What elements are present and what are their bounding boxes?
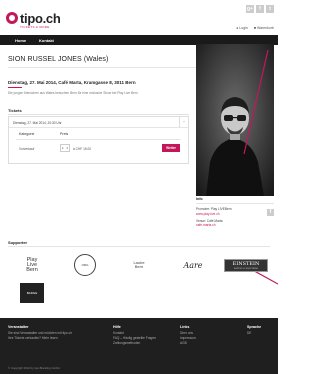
column-header-price: Preis — [60, 132, 69, 136]
cart-label: Warenkorb — [257, 26, 274, 30]
header: tipo.ch TICKETS & MORE g+ f t ● Login ■ Wa… — [0, 0, 278, 34]
brand-tagline: TICKETS & MORE — [20, 25, 50, 29]
cart-icon: ■ — [253, 26, 256, 30]
footer-col-links: Links Über uns Impressum AGB — [180, 325, 196, 346]
footer: Veranstalter Sie sind Veranstalter und m… — [0, 318, 278, 374]
footer-link[interactable]: Ihre Tickets verkaufen? Mehr lesen — [8, 336, 108, 341]
continue-button[interactable]: Weiter — [162, 144, 180, 152]
ticket-date-option[interactable]: Dienstag, 27. Mai 2014, 20:30 Uhr — [13, 121, 62, 125]
sponsor-logo[interactable]: Play Live Bern — [8, 252, 56, 278]
footer-col-organizer: Veranstalter Sie sind Veranstalter und m… — [8, 325, 108, 341]
sponsor-logo[interactable]: ORG — [61, 252, 109, 278]
divider — [9, 127, 188, 128]
divider — [16, 139, 181, 140]
copyright: © Copyright 2014 by tipo Branding GmbH — [8, 366, 60, 370]
footer-col-help: Hilfe Kontakt FAQ – Häufig gestellte Fra… — [113, 325, 156, 346]
footer-heading: Links — [180, 325, 190, 329]
event-title: SION RUSSEL JONES (Wales) — [8, 56, 109, 63]
sponsor-aare: Aare — [183, 260, 203, 270]
login-label: Login — [239, 26, 248, 30]
ticket-panel: Dienstag, 27. Mai 2014, 20:30 Uhr − Kate… — [8, 116, 189, 164]
column-header-category: Kategorie — [19, 132, 35, 136]
cart-link[interactable]: ■ Warenkorb — [254, 26, 274, 30]
sponsor-einstein: EINSTEIN KAFFEE & RAUCHBAR — [224, 258, 268, 272]
footer-link[interactable]: AGB — [180, 341, 196, 346]
collapse-toggle[interactable]: − — [179, 117, 188, 127]
event-description: Die jungen Menschen aus Wales besuchen B… — [8, 91, 138, 95]
user-icon: ● — [236, 26, 239, 30]
login-link[interactable]: ● Login — [236, 26, 248, 30]
social-links: g+ f t — [246, 5, 274, 13]
ticket-category: Vorverkauf — [19, 147, 35, 151]
sponsor-logo[interactable]: Laube Bern — [115, 252, 163, 278]
quantity-select[interactable]: 1 — [60, 144, 70, 152]
divider — [8, 246, 270, 247]
ticket-price: à CHF 15.00 — [73, 147, 92, 151]
brand-name: tipo.ch — [20, 10, 61, 26]
nav-contact[interactable]: Kontakt — [39, 38, 54, 43]
artist-photo — [196, 44, 274, 196]
sponsor-playlive: Play Live Bern — [26, 256, 38, 273]
logo-icon — [6, 12, 18, 24]
sponsor-logo[interactable]: BADGE — [8, 280, 56, 306]
supporter-heading: Supporter — [8, 240, 28, 245]
nav-home[interactable]: Home — [15, 38, 26, 43]
footer-col-language: Sprache DE — [247, 325, 261, 336]
user-links: ● Login ■ Warenkorb — [236, 26, 274, 30]
footer-heading: Sprache — [247, 325, 262, 329]
facebook-icon[interactable]: f — [256, 5, 264, 13]
sponsor-badge: BADGE — [20, 283, 44, 303]
twitter-icon[interactable]: t — [266, 5, 274, 13]
brand-logo[interactable]: tipo.ch — [6, 10, 61, 26]
accent-bar — [8, 87, 22, 88]
sponsor-einstein-name: EINSTEIN — [232, 260, 260, 267]
tickets-heading: Tickets — [8, 108, 22, 113]
sponsor-laube: Laube Bern — [133, 260, 145, 269]
organizer-link[interactable]: www.play-live.ch — [196, 212, 220, 216]
sponsor-circle-label: ORG — [81, 263, 89, 267]
facebook-share-icon[interactable]: f — [267, 209, 274, 216]
divider — [8, 114, 189, 115]
sponsor-logo[interactable]: EINSTEIN KAFFEE & RAUCHBAR — [222, 252, 270, 278]
venue-link[interactable]: cafe-marta.ch — [196, 223, 216, 227]
footer-heading: Hilfe — [113, 325, 121, 329]
sponsor-logo[interactable]: Aare — [169, 252, 217, 278]
footer-link[interactable]: Zahlungsmethoden — [113, 341, 156, 346]
sponsor-circle: ORG — [74, 254, 96, 276]
artist-photo-image — [196, 44, 274, 196]
divider — [196, 203, 274, 205]
google-plus-icon[interactable]: g+ — [246, 5, 254, 13]
event-date-line: Dienstag, 27. Mai 2014, Café Marta, Kram… — [8, 80, 136, 85]
footer-heading: Veranstalter — [8, 325, 29, 329]
language-select[interactable]: DE — [247, 331, 261, 336]
sponsor-einstein-sub: KAFFEE & RAUCHBAR — [234, 267, 258, 270]
info-panel: Info Promoter: Play LIVEBern www.play-li… — [196, 197, 274, 227]
info-heading: Info — [196, 197, 203, 201]
